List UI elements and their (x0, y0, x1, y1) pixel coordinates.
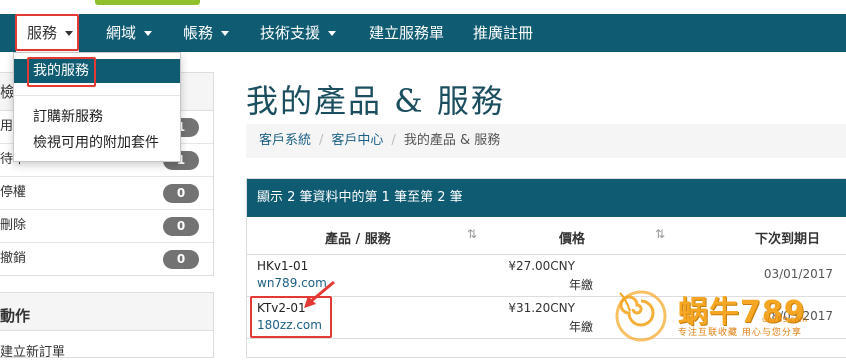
watermark-slogan: 专注互联收藏 用心与您分享 (678, 328, 802, 338)
breadcrumb-separator: / (391, 133, 396, 148)
nav-open-ticket-label: 建立服務單 (369, 24, 445, 42)
snail-logo-icon (615, 290, 667, 342)
count-badge: 0 (163, 217, 199, 236)
column-header-product[interactable]: 產品 / 服務 (325, 228, 391, 247)
menu-item-order-new[interactable]: 訂購新服務 (14, 105, 180, 129)
breadcrumb-client-area[interactable]: 客戶中心 (331, 133, 383, 148)
sidebar-item-label: 刪除 (0, 218, 27, 233)
column-header-price[interactable]: 價格 (559, 228, 585, 247)
nav-billing-label: 帳務 (183, 24, 214, 42)
sidebar-item-cancelled[interactable]: 撤銷 0 (0, 243, 213, 276)
watermark-url: un789.com (762, 315, 808, 324)
sidebar-item-label: 撤銷 (0, 251, 27, 266)
page-title: 我的產品 & 服務 (246, 82, 505, 120)
table-info-bar: 顯示 2 筆資料中的第 1 筆至第 2 筆 (247, 179, 846, 217)
nav-domains[interactable]: 網域 (106, 14, 153, 52)
top-strip (0, 0, 846, 14)
product-price: ¥27.00CNY (508, 259, 575, 273)
watermark-logo: 蜗牛789 un789.com 专注互联收藏 用心与您分享 (612, 285, 846, 358)
breadcrumb-home[interactable]: 客戶系統 (259, 133, 311, 148)
sidebar-item-terminated[interactable]: 刪除 0 (0, 210, 213, 243)
nav-open-ticket[interactable]: 建立服務單 (369, 14, 444, 52)
nav-domains-label: 網域 (106, 24, 137, 42)
sidebar-actions-panel: 動作 建立新訂單 (0, 292, 214, 360)
billing-cycle: 年繳 (569, 278, 594, 292)
nav-support[interactable]: 技術支援 (260, 14, 337, 52)
product-name: HKv1-01 (257, 259, 309, 273)
chevron-down-icon (221, 31, 230, 36)
count-badge: 0 (163, 184, 199, 203)
highlight-box-my-services (27, 57, 96, 87)
action-new-order[interactable]: 建立新訂單 (0, 341, 65, 360)
sidebar-item-label: 停權 (0, 185, 27, 200)
menu-divider (14, 95, 180, 96)
sidebar-item-label: 用 (0, 119, 14, 134)
nav-affiliates-label: 推廣註冊 (473, 24, 534, 42)
product-price: ¥31.20CNY (508, 301, 575, 315)
annotation-arrow-icon (304, 280, 335, 308)
sort-icon[interactable]: ⇅ (655, 227, 665, 241)
breadcrumb: 客戶系統 / 客戶中心 / 我的產品 & 服務 (246, 124, 846, 158)
chevron-down-icon (144, 31, 153, 36)
logo-fragment (95, 0, 200, 5)
nav-billing[interactable]: 帳務 (183, 14, 230, 52)
breadcrumb-separator: / (319, 133, 324, 148)
column-header-due-date[interactable]: 下次到期日 (755, 228, 820, 247)
count-badge: 0 (163, 250, 199, 269)
menu-item-view-addons[interactable]: 檢視可用的附加套件 (14, 131, 180, 155)
nav-support-label: 技術支援 (260, 24, 321, 42)
due-date: 03/01/2017 (763, 267, 833, 281)
nav-affiliates[interactable]: 推廣註冊 (473, 14, 533, 52)
billing-cycle: 年繳 (569, 320, 594, 334)
table-header-row: 產品 / 服務 ⇅ 價格 ⇅ 下次到期日 (247, 217, 846, 255)
breadcrumb-current: 我的產品 & 服務 (403, 133, 501, 148)
sort-icon[interactable]: ⇅ (467, 227, 477, 241)
chevron-down-icon (328, 31, 337, 36)
actions-header: 動作 (0, 293, 213, 331)
sidebar-item-suspended[interactable]: 停權 0 (0, 177, 213, 210)
main-navbar: 服務 網域 帳務 技術支援 建立服務單 推廣註冊 (0, 14, 846, 52)
highlight-box-services (15, 14, 79, 51)
